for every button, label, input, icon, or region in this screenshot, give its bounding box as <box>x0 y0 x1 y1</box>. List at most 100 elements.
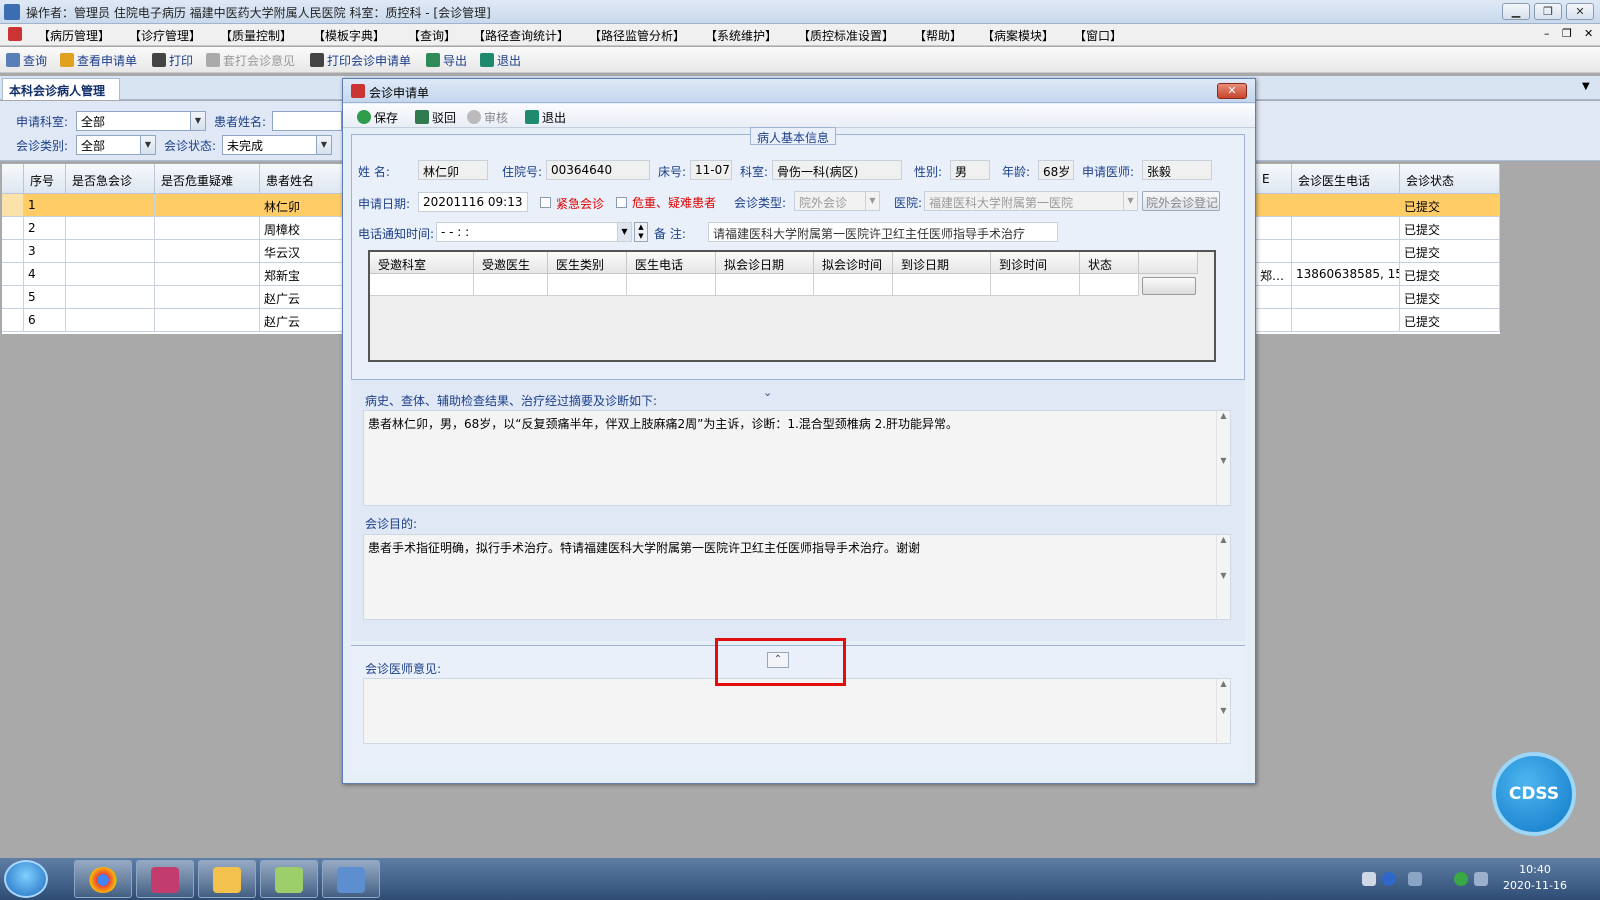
restore-button[interactable]: ❐ <box>1534 3 1562 20</box>
table-cell[interactable] <box>155 309 260 332</box>
request-date-field[interactable]: 20201116 09:13 <box>418 192 528 212</box>
table-cell[interactable] <box>627 274 716 296</box>
category-filter-select[interactable]: 全部 ▼ <box>76 135 156 155</box>
menu-path-analysis[interactable]: 【路径监管分析】 <box>589 27 685 44</box>
cell-patient-name[interactable]: 赵广云 <box>260 286 344 309</box>
cell-truncated[interactable] <box>1256 194 1292 217</box>
external-consult-register-button[interactable]: 院外会诊登记 <box>1142 191 1220 211</box>
cell-no[interactable]: 4 <box>24 263 66 286</box>
history-textarea[interactable]: 患者林仁卯，男，68岁，以“反复颈痛半年，伴双上肢麻痛2周”为主诉，诊断：1.混… <box>363 410 1231 506</box>
reject-button[interactable]: 驳回 <box>415 109 456 126</box>
cell-doctor-phone[interactable] <box>1292 286 1400 309</box>
col-header-planned-date[interactable]: 拟会诊日期 <box>716 252 814 274</box>
dept-filter-select[interactable]: 全部 ▼ <box>76 111 206 131</box>
time-spinner[interactable]: ▲ ▼ <box>634 222 648 242</box>
col-header-status[interactable]: 状态 <box>1080 252 1139 274</box>
table-cell[interactable] <box>66 217 155 240</box>
cell-truncated[interactable] <box>1256 309 1292 332</box>
menu-path-stats[interactable]: 【路径查询统计】 <box>473 27 569 44</box>
dept-field[interactable]: 骨伤一科(病区) <box>772 160 902 180</box>
chevron-down-icon[interactable]: ▼ <box>617 223 631 241</box>
col-header-status[interactable]: 会诊状态 <box>1400 164 1500 194</box>
close-button[interactable]: ✕ <box>1566 3 1594 20</box>
clock[interactable]: 10:40 2020-11-16 <box>1500 862 1570 894</box>
critical-checkbox[interactable] <box>616 197 627 208</box>
status-filter-select[interactable]: 未完成 ▼ <box>222 135 332 155</box>
purpose-textarea[interactable]: 患者手术指征明确，拟行手术治疗。特请福建医科大学附属第一医院许卫红主任医师指导手… <box>363 534 1231 620</box>
table-cell[interactable] <box>155 286 260 309</box>
cell-doctor-phone[interactable]: 13860638585, 15... <box>1292 263 1400 286</box>
print-opinion-button[interactable]: 套打会诊意见 <box>206 52 295 69</box>
inpatient-field[interactable]: 00364640 <box>546 160 650 180</box>
urgent-checkbox[interactable] <box>540 197 551 208</box>
cell-patient-name[interactable]: 郑新宝 <box>260 263 344 286</box>
table-cell[interactable] <box>991 274 1080 296</box>
menu-template[interactable]: 【模板字典】 <box>313 27 385 44</box>
age-field[interactable]: 68岁 <box>1038 160 1074 180</box>
table-cell[interactable] <box>66 240 155 263</box>
col-header-doctor-type[interactable]: 医生类别 <box>548 252 627 274</box>
col-header-invited-doctor[interactable]: 受邀医生 <box>474 252 548 274</box>
view-request-button[interactable]: 查看申请单 <box>60 52 137 69</box>
menu-window[interactable]: 【窗口】 <box>1074 27 1122 44</box>
cell-patient-name[interactable]: 林仁卯 <box>260 194 344 217</box>
hospital-select[interactable]: 福建医科大学附属第一医院 ▼ <box>924 191 1138 211</box>
cell-doctor-phone[interactable] <box>1292 194 1400 217</box>
row-header[interactable] <box>2 286 24 309</box>
cell-truncated[interactable] <box>1256 240 1292 263</box>
tray-arrow-icon[interactable] <box>1408 872 1422 886</box>
mdi-close[interactable]: ✕ <box>1584 27 1593 40</box>
query-button[interactable]: 查询 <box>6 52 47 69</box>
cdss-button[interactable]: CDSS <box>1492 752 1576 836</box>
menu-medical-record[interactable]: 【病历管理】 <box>38 27 110 44</box>
sex-field[interactable]: 男 <box>950 160 990 180</box>
taskbar-editor[interactable] <box>260 860 318 898</box>
remark-field[interactable]: 请福建医科大学附属第一医院许卫红主任医师指导手术治疗 <box>708 222 1058 242</box>
scrollbar[interactable]: ▲ ▼ <box>1216 411 1230 505</box>
tray-app-icon[interactable] <box>1454 872 1468 886</box>
keyboard-icon[interactable] <box>1362 872 1376 886</box>
scrollbar[interactable]: ▲ ▼ <box>1216 679 1230 743</box>
cell-truncated[interactable] <box>1256 217 1292 240</box>
table-cell[interactable] <box>66 263 155 286</box>
network-icon[interactable] <box>1474 872 1488 886</box>
cell-patient-name[interactable]: 周樟校 <box>260 217 344 240</box>
cell-status[interactable]: 已提交 <box>1400 286 1500 309</box>
col-header-doctor-phone[interactable]: 医生电话 <box>627 252 716 274</box>
cell-doctor-phone[interactable] <box>1292 240 1400 263</box>
cell-doctor-phone[interactable] <box>1292 217 1400 240</box>
phone-time-field[interactable]: - - : : ▼ <box>436 222 632 242</box>
cell-no[interactable]: 1 <box>24 194 66 217</box>
cell-no[interactable]: 3 <box>24 240 66 263</box>
col-header-arrival-time[interactable]: 到诊时间 <box>991 252 1080 274</box>
table-cell[interactable] <box>814 274 893 296</box>
opinion-textarea[interactable]: ▲ ▼ <box>363 678 1231 744</box>
cell-truncated[interactable]: 郑… <box>1256 263 1292 286</box>
table-cell[interactable] <box>370 274 474 296</box>
taskbar-explorer[interactable] <box>198 860 256 898</box>
table-cell[interactable] <box>716 274 814 296</box>
table-cell[interactable] <box>893 274 991 296</box>
dialog-exit-button[interactable]: 退出 <box>525 109 566 126</box>
save-button[interactable]: 保存 <box>357 109 398 126</box>
row-header[interactable] <box>2 194 24 217</box>
table-cell[interactable] <box>155 194 260 217</box>
dialog-close-button[interactable]: ✕ <box>1217 83 1247 99</box>
table-cell[interactable] <box>548 274 627 296</box>
minimize-button[interactable]: ▁ <box>1502 3 1530 20</box>
col-header-critical[interactable]: 是否危重疑难 <box>155 164 260 194</box>
table-cell[interactable] <box>66 194 155 217</box>
start-button[interactable] <box>4 860 48 898</box>
cell-status[interactable]: 已提交 <box>1400 240 1500 263</box>
col-header-patient[interactable]: 患者姓名 <box>260 164 344 194</box>
table-cell[interactable] <box>474 274 548 296</box>
menu-system[interactable]: 【系统维护】 <box>705 27 777 44</box>
cell-status[interactable]: 已提交 <box>1400 217 1500 240</box>
cell-no[interactable]: 5 <box>24 286 66 309</box>
cell-status[interactable]: 已提交 <box>1400 263 1500 286</box>
cell-patient-name[interactable]: 赵广云 <box>260 309 344 332</box>
menu-case[interactable]: 【病案模块】 <box>982 27 1054 44</box>
row-header[interactable] <box>2 309 24 332</box>
menu-treatment[interactable]: 【诊疗管理】 <box>129 27 201 44</box>
name-field[interactable]: 林仁卯 <box>418 160 488 180</box>
